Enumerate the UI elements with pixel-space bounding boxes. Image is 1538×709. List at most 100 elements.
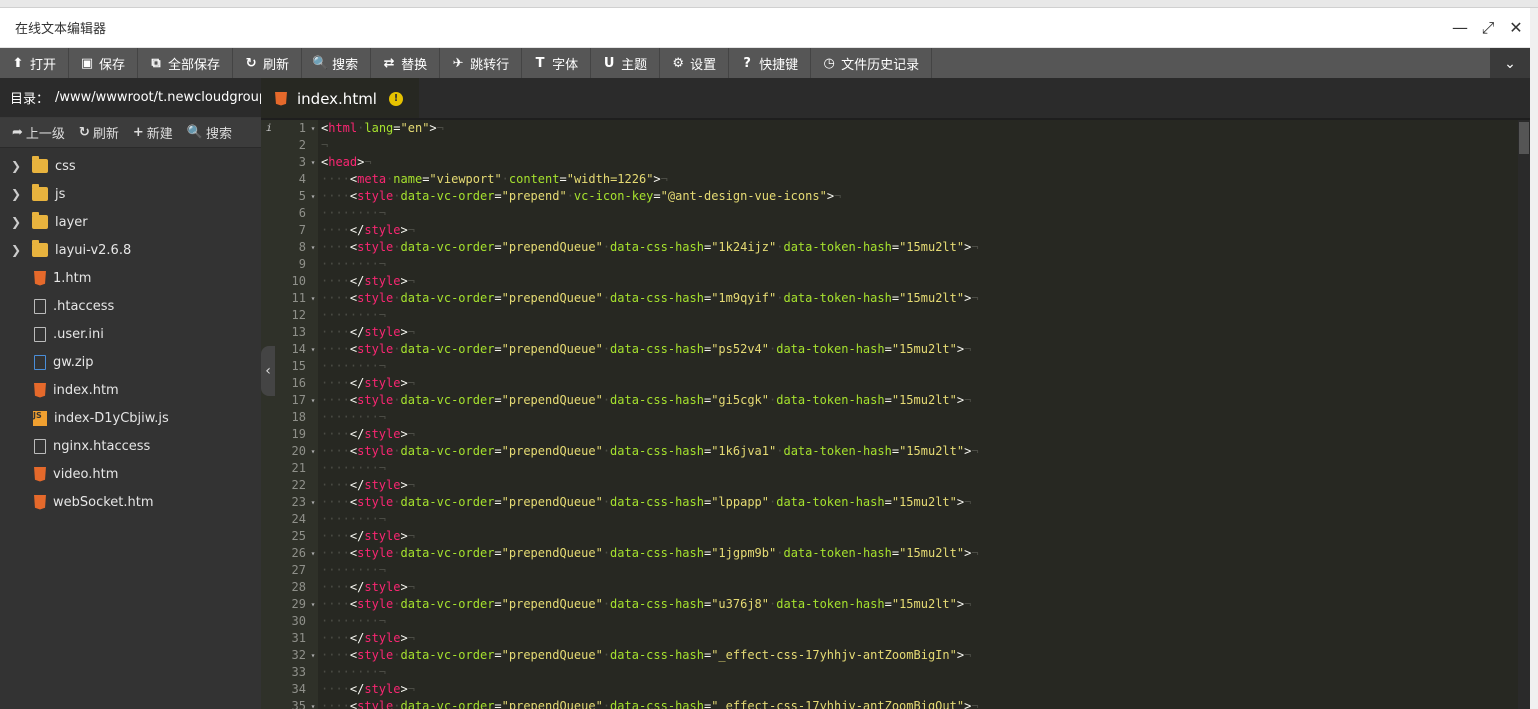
tab-index-html[interactable]: index.html ! — [261, 78, 419, 118]
replace-button[interactable]: ⇄ 替换 — [371, 48, 441, 78]
fold-arrow-icon[interactable]: ▾ — [308, 545, 318, 562]
code-line[interactable]: ········¬ — [321, 460, 1530, 477]
code-line[interactable]: ····<style·data-vc-order="prependQueue"·… — [321, 392, 1530, 409]
tree-item[interactable]: .user.ini — [0, 320, 261, 348]
code-line[interactable]: ····<style·data-vc-order="prependQueue"·… — [321, 443, 1530, 460]
fold-arrow-icon[interactable]: ▾ — [308, 188, 318, 205]
code-line[interactable]: ········¬ — [321, 307, 1530, 324]
code-line[interactable]: ········¬ — [321, 358, 1530, 375]
fold-arrow-icon[interactable]: ▾ — [308, 698, 318, 709]
chevron-right-icon[interactable]: ❯ — [0, 215, 32, 229]
fold-arrow-icon[interactable]: ▾ — [308, 290, 318, 307]
goto-line-button[interactable]: ✈ 跳转行 — [440, 48, 523, 78]
sidebar-new-button[interactable]: + 新建 — [133, 123, 173, 142]
sidebar-refresh-button[interactable]: ↻ 刷新 — [79, 123, 119, 142]
close-button[interactable]: ✕ — [1502, 14, 1530, 42]
tree-item[interactable]: JS index-D1yCbjiw.js — [0, 404, 261, 432]
code-token: "15mu2lt" — [899, 546, 965, 560]
maximize-button[interactable]: ⤢ — [1474, 14, 1502, 42]
code-line[interactable]: ····<meta·name="viewport"·content="width… — [321, 171, 1530, 188]
code-line[interactable]: ········¬ — [321, 511, 1530, 528]
code-line[interactable]: ····<style·data-vc-order="prependQueue"·… — [321, 239, 1530, 256]
zip-file-icon — [34, 354, 46, 370]
fold-arrow-icon[interactable]: ▾ — [308, 647, 318, 664]
code-line[interactable]: ¬ — [321, 137, 1530, 154]
code-line[interactable]: ····<style·data-vc-order="prependQueue"·… — [321, 647, 1530, 664]
tree-item[interactable]: video.htm — [0, 460, 261, 488]
code-line[interactable]: ····</style>¬ — [321, 630, 1530, 647]
code-token: ¬ — [407, 529, 415, 543]
code-line[interactable]: ····<style·data-vc-order="prependQueue"·… — [321, 494, 1530, 511]
chevron-right-icon[interactable]: ❯ — [0, 159, 32, 173]
code-line[interactable]: ····</style>¬ — [321, 324, 1530, 341]
code-line[interactable]: ····<style·data-vc-order="prependQueue"·… — [321, 545, 1530, 562]
chevron-right-icon[interactable]: ❯ — [0, 243, 32, 257]
open-button[interactable]: ⬆ 打开 — [0, 48, 70, 78]
code-line[interactable]: ····</style>¬ — [321, 375, 1530, 392]
tree-item[interactable]: ❯ layer — [0, 208, 261, 236]
vertical-scrollbar[interactable] — [1518, 120, 1530, 709]
directory-path[interactable]: /www/wwwroot/t.newcloudgroup — [55, 90, 261, 105]
chevron-right-icon[interactable]: ❯ — [0, 187, 32, 201]
code-line[interactable]: ····</style>¬ — [321, 426, 1530, 443]
code-line[interactable]: ····</style>¬ — [321, 273, 1530, 290]
code-line[interactable]: <head>¬ — [321, 154, 1530, 171]
code-line[interactable]: ····</style>¬ — [321, 579, 1530, 596]
scrollbar-thumb[interactable] — [1519, 122, 1529, 154]
tree-item[interactable]: ❯ css — [0, 152, 261, 180]
code-line[interactable]: ········¬ — [321, 205, 1530, 222]
shortcuts-button[interactable]: ? 快捷键 — [729, 48, 812, 78]
code-line[interactable]: ····<style·data-vc-order="prependQueue"·… — [321, 596, 1530, 613]
fold-arrow-icon[interactable]: ▾ — [308, 494, 318, 511]
tree-item[interactable]: ❯ layui-v2.6.8 — [0, 236, 261, 264]
tree-item[interactable]: ❯ js — [0, 180, 261, 208]
tree-item[interactable]: gw.zip — [0, 348, 261, 376]
tree-item[interactable]: webSocket.htm — [0, 488, 261, 516]
code-line[interactable]: ····</style>¬ — [321, 681, 1530, 698]
font-button[interactable]: T 字体 — [522, 48, 592, 78]
fold-arrow-icon[interactable]: ▾ — [308, 120, 318, 137]
code-content[interactable]: <html·lang="en">¬ ¬ <head>¬ ····<meta·name=… — [318, 120, 1530, 709]
open-icon: ⬆ — [12, 55, 24, 71]
code-line[interactable]: ····</style>¬ — [321, 222, 1530, 239]
fold-arrow-icon[interactable]: ▾ — [308, 443, 318, 460]
file-history-button[interactable]: ◷ 文件历史记录 — [811, 48, 933, 78]
settings-button[interactable]: ⚙ 设置 — [660, 48, 730, 78]
code-line[interactable]: ········¬ — [321, 613, 1530, 630]
sidebar-search-button[interactable]: 🔍 搜索 — [187, 123, 232, 142]
code-line[interactable]: ····</style>¬ — [321, 477, 1530, 494]
code-line[interactable]: <html·lang="en">¬ — [321, 120, 1530, 137]
sidebar-up-level-button[interactable]: ➦ 上一级 — [12, 123, 65, 142]
code-token: = — [653, 189, 661, 203]
fold-arrow-icon[interactable]: ▾ — [308, 596, 318, 613]
code-token: ¬ — [378, 614, 387, 628]
code-area[interactable]: i 1 ▾ 2 3 ▾ 4 5 ▾ 6 7 8 ▾ 9 10 11 ▾ 12 13 14 ▾ 15 16 17 ▾ 18 19 20 ▾… — [261, 118, 1530, 709]
code-line[interactable]: ····<style·data-vc-order="prepend"·vc-ic… — [321, 188, 1530, 205]
code-line[interactable]: ········¬ — [321, 256, 1530, 273]
fold-arrow-icon[interactable]: ▾ — [308, 239, 318, 256]
code-line[interactable]: ····<style·data-vc-order="prependQueue"·… — [321, 698, 1530, 709]
refresh-button[interactable]: ↻ 刷新 — [233, 48, 303, 78]
code-line[interactable]: ····<style·data-vc-order="prependQueue"·… — [321, 290, 1530, 307]
code-line[interactable]: ········¬ — [321, 664, 1530, 681]
code-line[interactable]: ····<style·data-vc-order="prependQueue"·… — [321, 341, 1530, 358]
fold-arrow-icon[interactable]: ▾ — [308, 392, 318, 409]
code-token: ¬ — [378, 461, 387, 475]
save-all-button[interactable]: ⧉ 全部保存 — [138, 48, 234, 78]
code-line[interactable]: ····</style>¬ — [321, 528, 1530, 545]
tree-item[interactable]: nginx.htaccess — [0, 432, 261, 460]
code-line[interactable]: ········¬ — [321, 562, 1530, 579]
sidebar-collapse-handle[interactable]: ‹ — [261, 346, 275, 396]
minimize-button[interactable]: — — [1446, 14, 1474, 42]
save-button[interactable]: ▣ 保存 — [69, 48, 139, 78]
tree-item[interactable]: .htaccess — [0, 292, 261, 320]
line-number: 16 — [291, 376, 306, 390]
fold-arrow-icon[interactable]: ▾ — [308, 154, 318, 171]
tree-item[interactable]: index.htm — [0, 376, 261, 404]
tree-item[interactable]: 1.htm — [0, 264, 261, 292]
code-line[interactable]: ········¬ — [321, 409, 1530, 426]
toolbar-toggle-button[interactable]: ⌄ — [1490, 48, 1530, 80]
theme-button[interactable]: U 主题 — [591, 48, 661, 78]
search-button[interactable]: 🔍 搜索 — [302, 48, 372, 78]
fold-arrow-icon[interactable]: ▾ — [308, 341, 318, 358]
